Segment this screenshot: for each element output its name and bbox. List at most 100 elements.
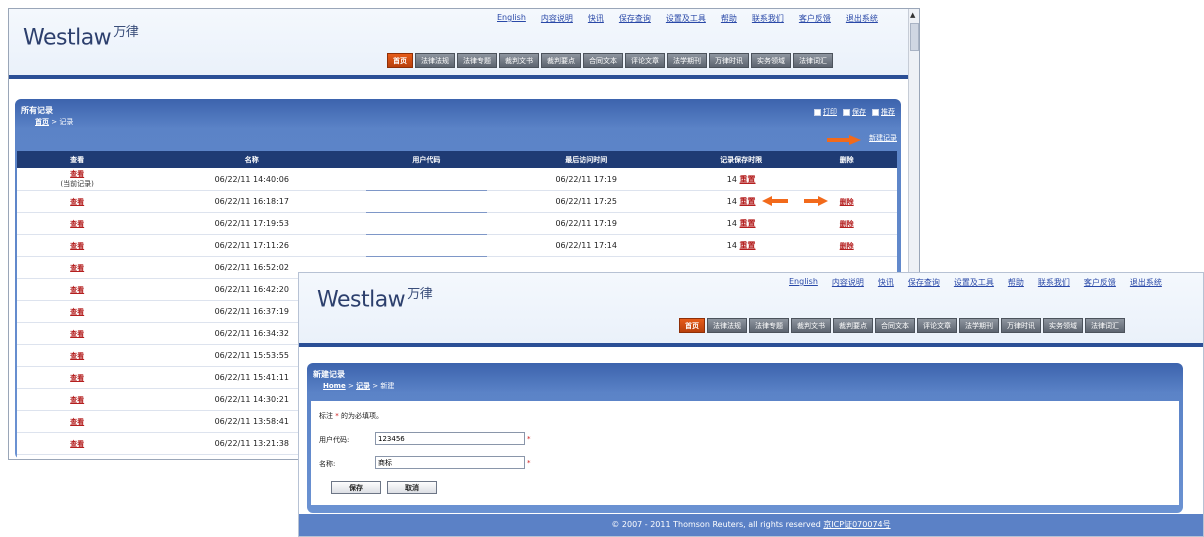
w2-tab-4[interactable]: 裁判要点 <box>833 318 873 333</box>
icp-link[interactable]: 京ICP证070074号 <box>823 520 890 529</box>
w2-tab-9[interactable]: 实务领域 <box>1043 318 1083 333</box>
reset-link[interactable]: 重置 <box>740 241 756 250</box>
cancel-button[interactable]: 取消 <box>387 481 437 494</box>
view-cell: 查看 <box>17 432 138 455</box>
w1-top-link-5[interactable]: 帮助 <box>721 13 737 24</box>
retention-cell: 14 重置 <box>685 190 797 213</box>
w1-top-link-8[interactable]: 退出系统 <box>846 13 878 24</box>
user-code-input[interactable] <box>375 432 525 445</box>
new-record-link[interactable]: 新建记录 <box>869 133 897 143</box>
w2-tab-7[interactable]: 法学期刊 <box>959 318 999 333</box>
delete-link[interactable]: 删除 <box>840 220 854 228</box>
user-code-row: 用户代码: * <box>319 432 531 445</box>
name-input[interactable] <box>375 456 525 469</box>
w1-tab-4[interactable]: 裁判要点 <box>541 53 581 68</box>
w2-top-link-3[interactable]: 保存查询 <box>908 277 940 288</box>
last-access-cell: 06/22/11 17:14 <box>486 234 686 257</box>
view-link[interactable]: 查看 <box>70 352 84 360</box>
retention-cell: 14 重置 <box>685 212 797 235</box>
scroll-up-icon[interactable]: ▲ <box>910 11 915 19</box>
view-cell: 查看 <box>17 300 138 323</box>
w2-top-link-2[interactable]: 快讯 <box>878 277 894 288</box>
w1-top-link-0[interactable]: English <box>497 13 526 24</box>
view-link[interactable]: 查看 <box>70 440 84 448</box>
w2-top-link-8[interactable]: 退出系统 <box>1130 277 1162 288</box>
w2-top-link-1[interactable]: 内容说明 <box>832 277 864 288</box>
w1-tab-2[interactable]: 法律专题 <box>457 53 497 68</box>
view-link[interactable]: 查看 <box>70 330 84 338</box>
view-link[interactable]: 查看 <box>70 198 84 206</box>
view-link[interactable]: 查看 <box>70 418 84 426</box>
delete-cell <box>796 168 897 191</box>
w1-top-link-3[interactable]: 保存查询 <box>619 13 651 24</box>
recommend-label: 推荐 <box>881 108 895 116</box>
w1-top-link-6[interactable]: 联系我们 <box>752 13 784 24</box>
w1-tab-5[interactable]: 合同文本 <box>583 53 623 68</box>
view-link[interactable]: 查看 <box>70 242 84 250</box>
reset-link[interactable]: 重置 <box>740 219 756 228</box>
view-link[interactable]: 查看 <box>70 308 84 316</box>
w2-tab-8[interactable]: 万律时讯 <box>1001 318 1041 333</box>
view-link[interactable]: 查看 <box>70 220 84 228</box>
scroll-thumb[interactable] <box>910 23 919 51</box>
col-last-access: 最后访问时间 <box>486 151 686 168</box>
w2-tab-1[interactable]: 法律法规 <box>707 318 747 333</box>
save-button[interactable]: 保存 <box>331 481 381 494</box>
page-footer: © 2007 - 2011 Thomson Reuters, all right… <box>299 514 1203 536</box>
w2-tab-5[interactable]: 合同文本 <box>875 318 915 333</box>
w1-tab-10[interactable]: 法律词汇 <box>793 53 833 68</box>
w2-tab-0[interactable]: 首页 <box>679 318 705 333</box>
recommend-icon <box>872 108 879 116</box>
record-name: 06/22/11 17:11:26 <box>137 234 367 257</box>
w2-tab-3[interactable]: 裁判文书 <box>791 318 831 333</box>
panel-title-2: 新建记录 <box>313 370 345 379</box>
view-link[interactable]: 查看 <box>70 170 84 178</box>
breadcrumb-current-2: 新建 <box>380 382 395 390</box>
w1-tab-0[interactable]: 首页 <box>387 53 413 68</box>
westlaw-logo-2[interactable]: Westlaw 万律 <box>317 283 433 312</box>
w2-top-link-7[interactable]: 客户反馈 <box>1084 277 1116 288</box>
recommend-tool[interactable]: 推荐 <box>872 107 895 117</box>
print-tool[interactable]: 打印 <box>814 107 837 117</box>
delete-cell: 删除 <box>796 234 897 257</box>
breadcrumb-2: Home > 记录 > 新建 <box>323 381 394 391</box>
w2-top-link-5[interactable]: 帮助 <box>1008 277 1024 288</box>
w1-tab-9[interactable]: 实务领域 <box>751 53 791 68</box>
name-label: 名称: <box>319 460 336 468</box>
view-link[interactable]: 查看 <box>70 264 84 272</box>
w1-tab-3[interactable]: 裁判文书 <box>499 53 539 68</box>
w1-tab-8[interactable]: 万律时讯 <box>709 53 749 68</box>
view-link[interactable]: 查看 <box>70 286 84 294</box>
w1-top-link-1[interactable]: 内容说明 <box>541 13 573 24</box>
breadcrumb-home[interactable]: 首页 <box>35 118 49 126</box>
breadcrumb-home-2[interactable]: Home <box>323 382 346 390</box>
w1-top-link-7[interactable]: 客户反馈 <box>799 13 831 24</box>
w2-top-link-0[interactable]: English <box>789 277 818 288</box>
view-link[interactable]: 查看 <box>70 396 84 404</box>
westlaw-logo[interactable]: Westlaw 万律 <box>23 21 139 51</box>
main-tabs: 首页 法律法规 法律专题 裁判文书 裁判要点 合同文本 评论文章 法学期刊 万律时讯 实务领域 法律… <box>387 53 835 68</box>
reset-link[interactable]: 重置 <box>740 197 756 206</box>
w1-tab-1[interactable]: 法律法规 <box>415 53 455 68</box>
reset-link[interactable]: 重置 <box>740 175 756 184</box>
retention-cell: 14 重置 <box>685 168 797 191</box>
w2-tab-6[interactable]: 评论文章 <box>917 318 957 333</box>
w2-top-link-6[interactable]: 联系我们 <box>1038 277 1070 288</box>
note-prefix: 标注 <box>319 412 333 420</box>
view-link[interactable]: 查看 <box>70 374 84 382</box>
save-tool[interactable]: 保存 <box>843 107 866 117</box>
w2-tab-10[interactable]: 法律词汇 <box>1085 318 1125 333</box>
w1-tab-6[interactable]: 评论文章 <box>625 53 665 68</box>
w1-top-link-4[interactable]: 设置及工具 <box>666 13 706 24</box>
delete-link[interactable]: 删除 <box>840 198 854 206</box>
logo-cn-text: 万律 <box>113 25 139 40</box>
w2-top-link-4[interactable]: 设置及工具 <box>954 277 994 288</box>
w1-top-link-2[interactable]: 快讯 <box>588 13 604 24</box>
view-cell: 查看 <box>17 212 138 235</box>
w2-tab-2[interactable]: 法律专题 <box>749 318 789 333</box>
w1-tab-7[interactable]: 法学期刊 <box>667 53 707 68</box>
logo-text: Westlaw <box>23 25 112 51</box>
breadcrumb-records[interactable]: 记录 <box>356 382 370 390</box>
view-cell: 查看 <box>17 278 138 301</box>
delete-link[interactable]: 删除 <box>840 242 854 250</box>
